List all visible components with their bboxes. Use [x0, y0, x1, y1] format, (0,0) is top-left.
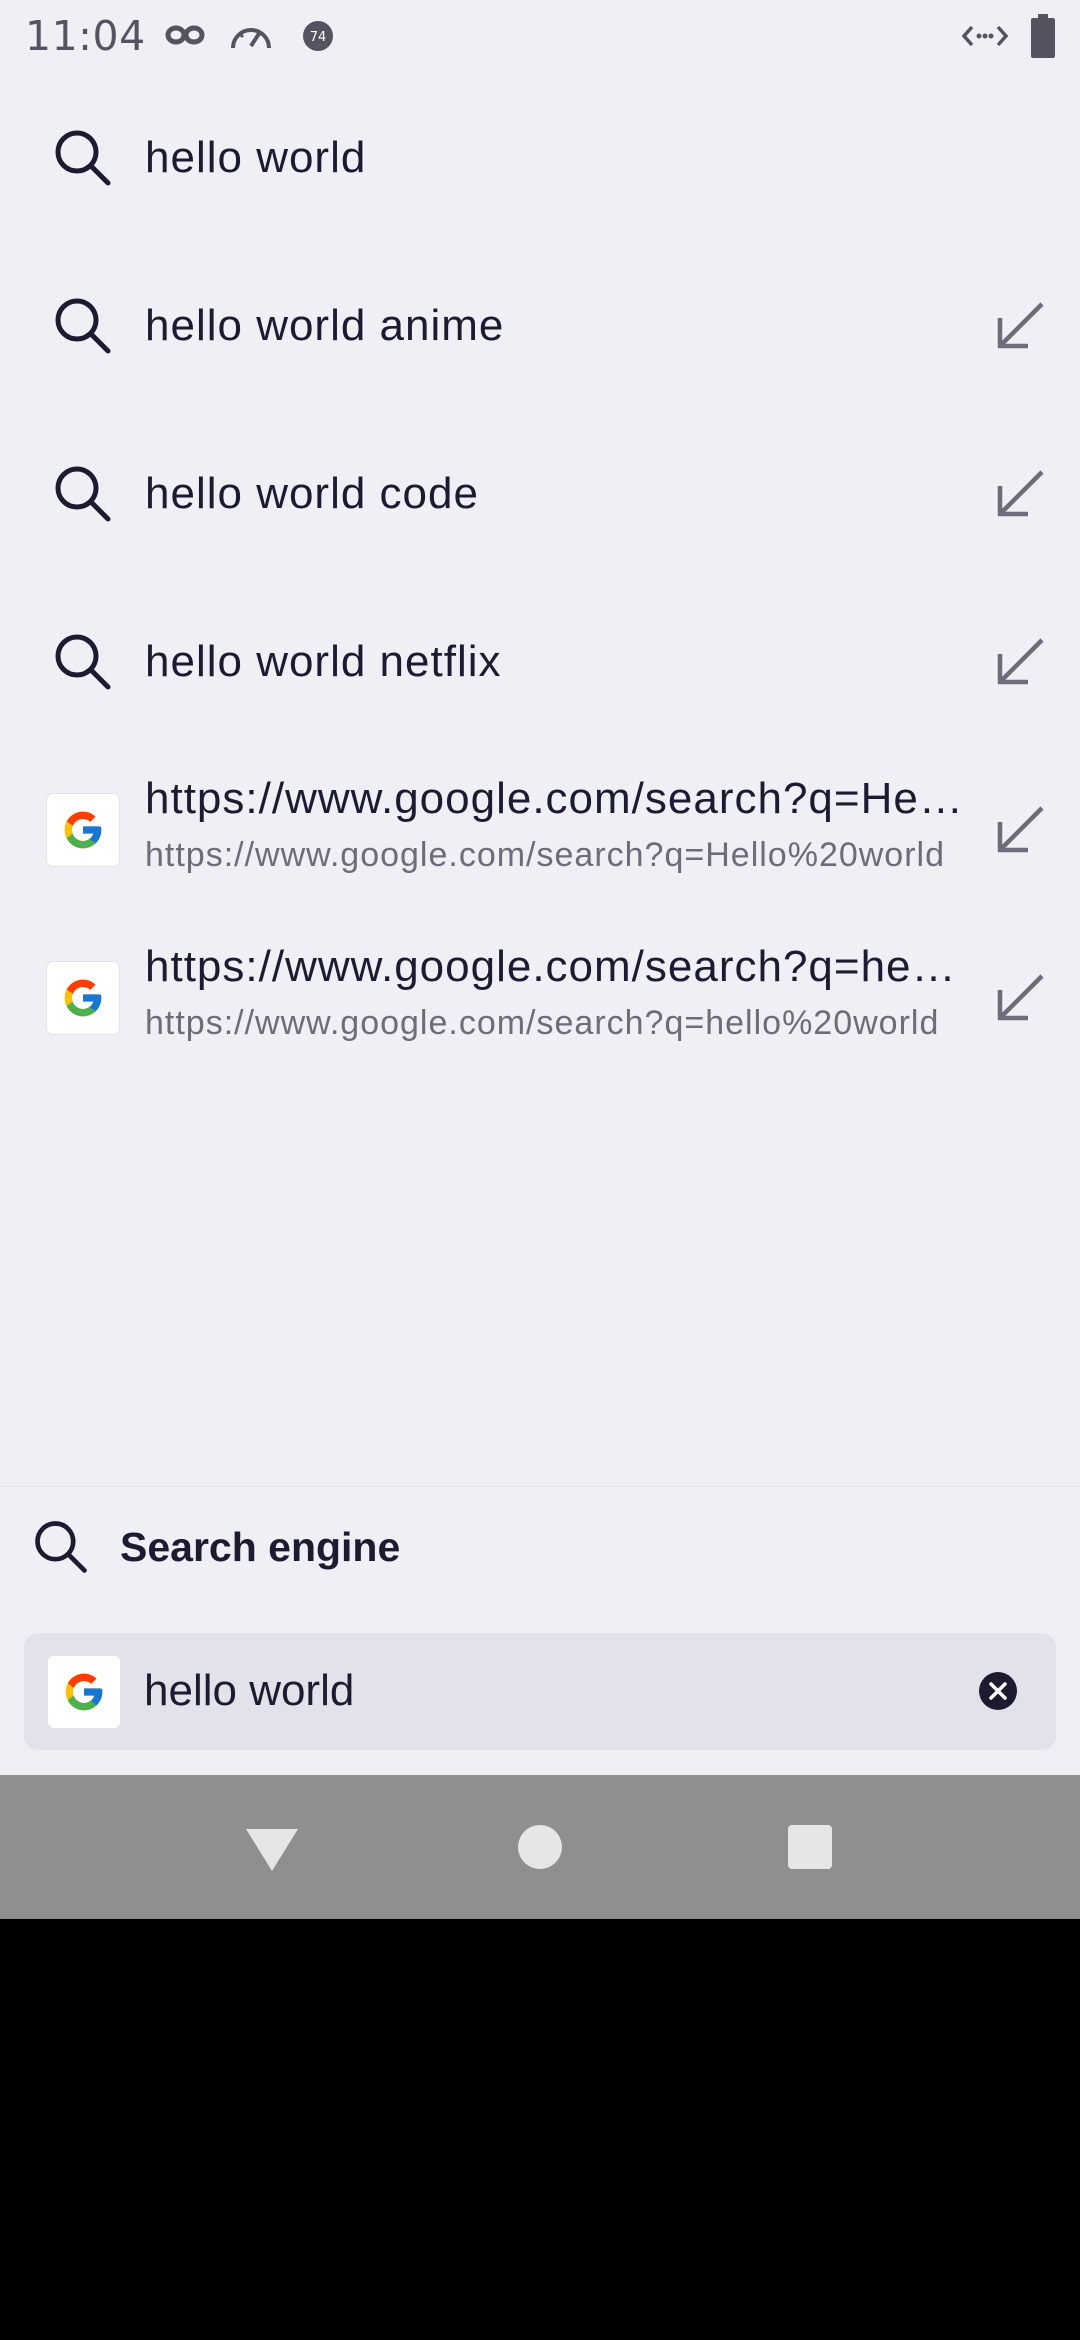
toolbar-divider — [0, 1486, 1080, 1487]
search-icon — [50, 125, 116, 191]
suggestion-text: hello world code — [145, 469, 479, 518]
fill-query-arrow-icon[interactable] — [990, 800, 1050, 860]
status-time: 11:04 — [25, 12, 146, 60]
recents-icon[interactable] — [778, 1815, 842, 1879]
suggestion-item[interactable]: hello world — [0, 74, 1080, 242]
url-suggestion-url: https://www.google.com/search?q=hello%20… — [145, 1004, 940, 1042]
status-bar: 11:04 74 — [0, 0, 1080, 72]
speedometer-icon — [228, 18, 274, 57]
fill-query-arrow-icon[interactable] — [990, 632, 1050, 692]
fill-query-arrow-icon[interactable] — [990, 464, 1050, 524]
empty-area — [0, 1919, 1080, 2340]
url-suggestion-item[interactable]: https://www.google.com/search?q=hello%20… — [0, 914, 1080, 1082]
google-icon — [47, 962, 119, 1034]
search-engine-label: Search engine — [120, 1524, 401, 1570]
back-icon[interactable] — [240, 1815, 304, 1879]
google-icon[interactable] — [48, 1656, 120, 1728]
app-screen: 11:04 74 hello world hello world anime h… — [0, 0, 1080, 1775]
fill-query-arrow-icon[interactable] — [990, 296, 1050, 356]
badge-count: 74 — [310, 30, 327, 45]
search-icon — [50, 293, 116, 359]
suggestion-item[interactable]: hello world netflix — [0, 578, 1080, 746]
search-engine-row[interactable]: Search engine — [0, 1500, 1080, 1598]
url-suggestion-title: https://www.google.com/search?q=hello%20… — [145, 942, 965, 991]
url-suggestion-title: https://www.google.com/search?q=Hello%20… — [145, 774, 965, 823]
notification-badge-icon: 74 — [302, 20, 334, 57]
url-suggestion-item[interactable]: https://www.google.com/search?q=Hello%20… — [0, 746, 1080, 914]
clear-icon[interactable] — [978, 1671, 1018, 1711]
search-icon — [30, 1516, 92, 1578]
code-arrows-icon — [961, 22, 1009, 55]
suggestion-item[interactable]: hello world code — [0, 410, 1080, 578]
search-icon — [50, 461, 116, 527]
address-input[interactable] — [144, 1659, 944, 1723]
battery-icon — [1030, 14, 1056, 63]
fill-query-arrow-icon[interactable] — [990, 968, 1050, 1028]
system-nav-bar — [0, 1775, 1080, 1919]
suggestion-text: hello world anime — [145, 301, 505, 350]
google-icon — [47, 794, 119, 866]
home-icon[interactable] — [508, 1815, 572, 1879]
url-suggestion-url: https://www.google.com/search?q=Hello%20… — [145, 836, 946, 874]
address-bar[interactable] — [24, 1633, 1056, 1750]
suggestion-item[interactable]: hello world anime — [0, 242, 1080, 410]
incognito-icon — [165, 20, 205, 55]
suggestion-text: hello world — [145, 133, 367, 182]
suggestion-text: hello world netflix — [145, 637, 502, 686]
search-icon — [50, 629, 116, 695]
